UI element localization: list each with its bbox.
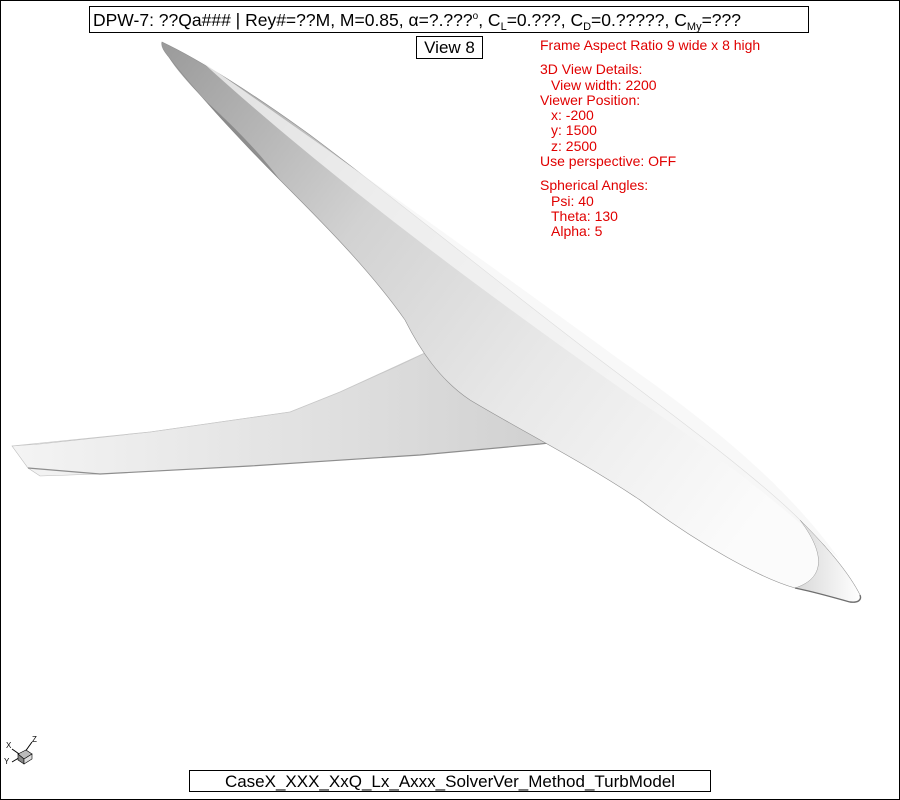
theta-text: Theta: 130 — [551, 207, 618, 224]
view-width-text: View width: 2200 — [551, 76, 657, 93]
aspect-ratio-text: Frame Aspect Ratio 9 wide x 8 high — [540, 37, 761, 53]
axis-triad-icon: X Z Y — [4, 736, 44, 766]
axis-z-label: Z — [32, 735, 37, 744]
view-info-panel: Frame Aspect Ratio 9 wide x 8 high 3D Vi… — [540, 37, 761, 240]
title-cd-pre: , C — [560, 10, 584, 30]
title-cm-pre: , C — [664, 10, 687, 30]
title-prefix: DPW-7: ??Qa### | Rey#=??M, M=0.85, α=?.?… — [93, 10, 473, 30]
case-name-footer: CaseX_XXX_XxQ_Lx_Axxx_SolverVer_Method_T… — [189, 770, 711, 792]
psi-text: Psi: 40 — [551, 192, 594, 209]
axis-y-label: Y — [4, 757, 10, 766]
view-details-title: 3D View Details: — [540, 61, 643, 78]
axis-x-label: X — [6, 741, 12, 750]
title-cd-value: =0.????? — [591, 10, 665, 30]
viewer-x-text: x: -200 — [551, 107, 594, 124]
viewer-z-text: z: 2500 — [551, 137, 597, 154]
spherical-angles-title: Spherical Angles: — [540, 177, 649, 194]
viewer-position-title: Viewer Position: — [540, 91, 641, 108]
alpha-text: Alpha: 5 — [551, 223, 603, 240]
title-cd-sub: D — [583, 21, 592, 33]
aircraft-surface-render — [11, 41, 862, 603]
page-title: DPW-7: ??Qa### | Rey#=??M, M=0.85, α=?.?… — [89, 6, 809, 33]
title-cl-value: =0.??? — [506, 10, 561, 30]
title-cm-value: =??? — [701, 10, 741, 30]
title-cm-sub: My — [686, 21, 702, 33]
view-label: View 8 — [416, 36, 483, 59]
perspective-text: Use perspective: OFF — [540, 153, 677, 170]
viewer-y-text: y: 1500 — [551, 122, 597, 139]
title-cl-pre: , C — [478, 10, 501, 30]
